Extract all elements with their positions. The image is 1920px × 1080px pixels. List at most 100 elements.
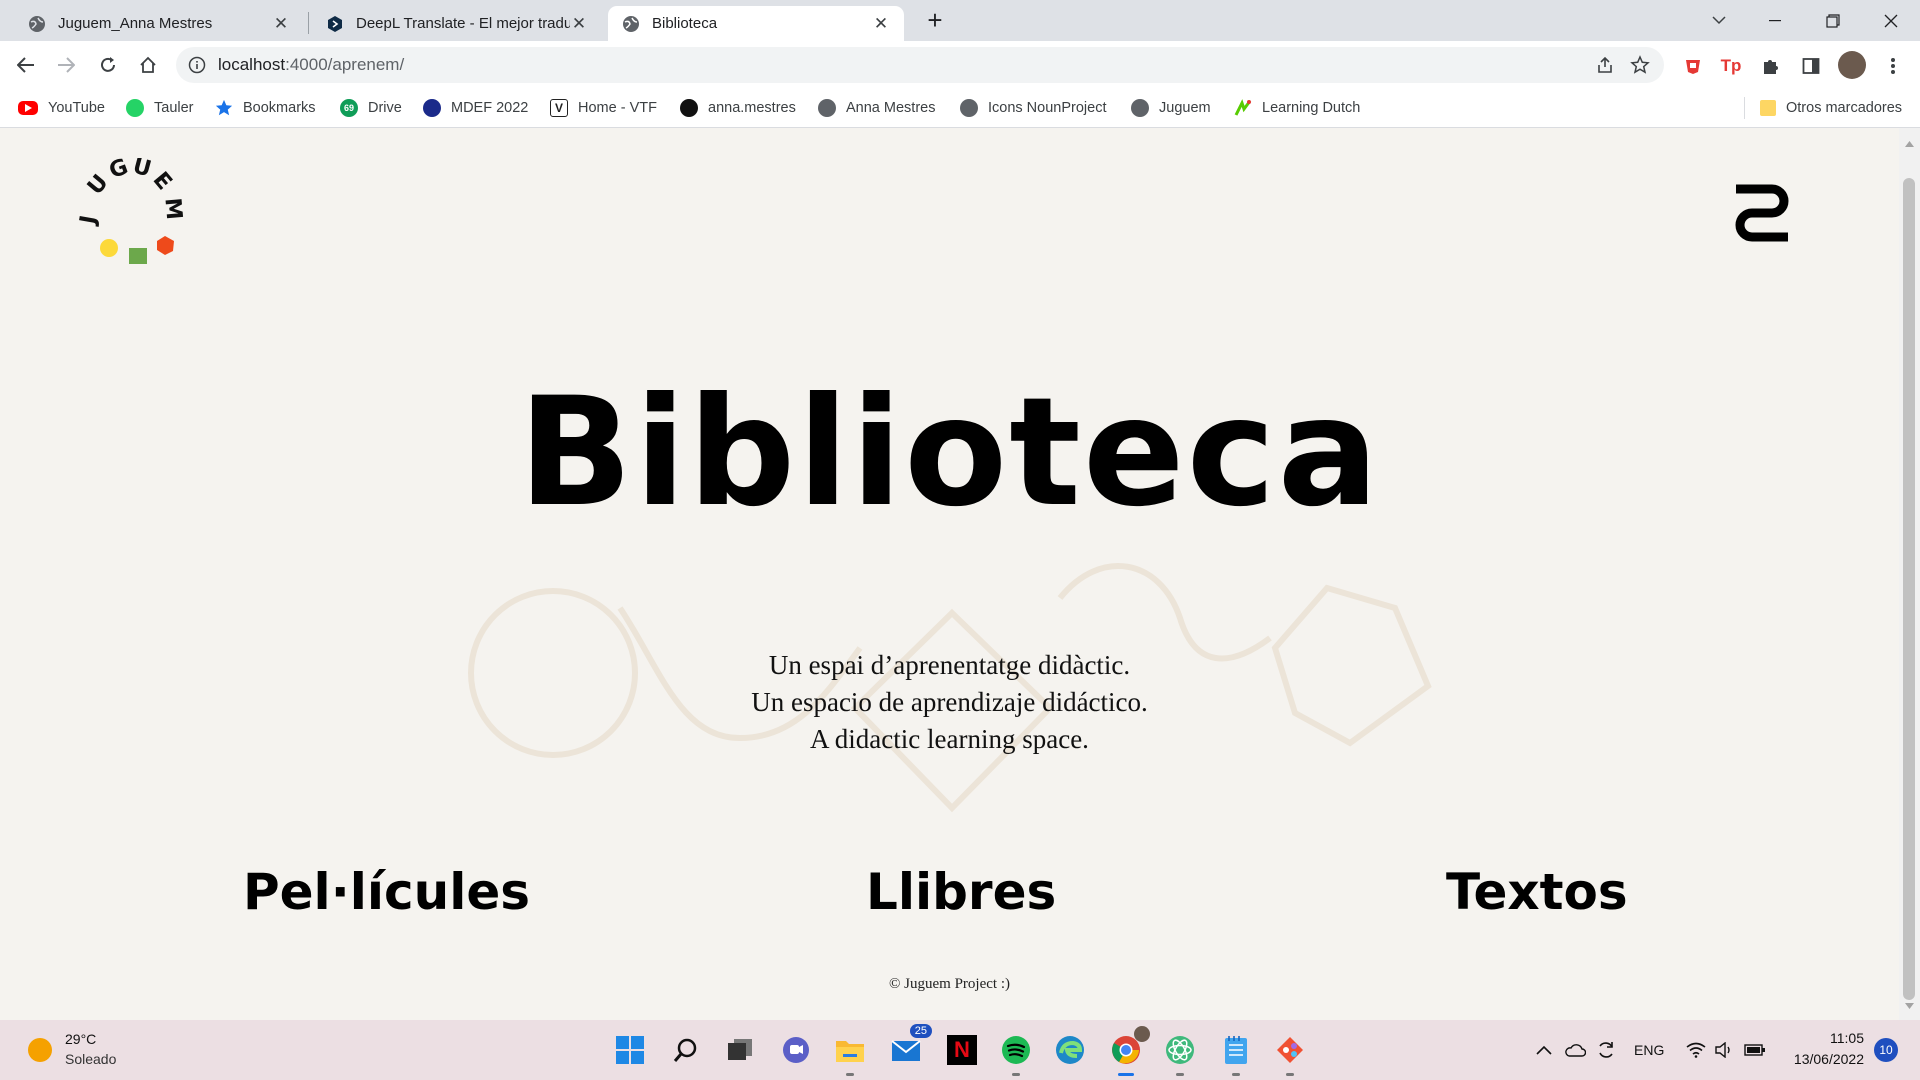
- logo-letter: J: [78, 214, 102, 228]
- url-text: localhost:4000/aprenem/: [218, 47, 404, 83]
- category-pellicules-link[interactable]: Pel·lícules: [243, 863, 530, 921]
- extension-tp-icon[interactable]: Tp: [1720, 55, 1742, 77]
- tab-biblioteca[interactable]: Biblioteca ✕: [608, 6, 904, 41]
- language-indicator[interactable]: ENG: [1634, 1020, 1664, 1080]
- bookmark-learning-dutch[interactable]: Learning Dutch: [1234, 89, 1360, 127]
- duolingo-icon: [1234, 99, 1252, 117]
- address-bar[interactable]: localhost:4000/aprenem/: [176, 47, 1664, 83]
- bookmark-bookmarks[interactable]: Bookmarks: [215, 89, 316, 127]
- deepl-icon: [326, 15, 344, 33]
- web-page: J U G U E M Biblioteca Un espai d’aprene…: [0, 128, 1899, 1020]
- teams-chat-icon[interactable]: [778, 1032, 814, 1068]
- edge-icon[interactable]: [1052, 1032, 1088, 1068]
- reload-icon[interactable]: [88, 45, 128, 85]
- logo-letter: E: [148, 168, 177, 196]
- globe-icon: [1131, 99, 1149, 117]
- scroll-down-icon[interactable]: [1905, 996, 1914, 1014]
- profile-avatar[interactable]: [1838, 51, 1866, 79]
- running-indicator: [1176, 1073, 1184, 1076]
- notepad-icon[interactable]: [1218, 1032, 1254, 1076]
- show-hidden-icons-icon[interactable]: [1536, 1020, 1552, 1080]
- battery-icon[interactable]: [1744, 1020, 1766, 1080]
- category-textos-link[interactable]: Textos: [1446, 863, 1628, 921]
- mail-badge: 25: [909, 1024, 932, 1038]
- juguem-logo[interactable]: J U G U E M: [75, 154, 198, 268]
- scrollbar-thumb[interactable]: [1903, 178, 1915, 1000]
- tab-search-icon[interactable]: [1696, 0, 1742, 41]
- onedrive-icon[interactable]: [1564, 1020, 1586, 1080]
- running-indicator: [1232, 1073, 1240, 1076]
- tab-juguem[interactable]: Juguem_Anna Mestres ✕: [14, 6, 304, 41]
- extensions-puzzle-icon[interactable]: [1760, 55, 1782, 77]
- forward-arrow-icon[interactable]: [46, 45, 86, 85]
- file-explorer-icon[interactable]: [832, 1032, 868, 1076]
- menu-kebab-icon[interactable]: [1882, 55, 1904, 77]
- notification-badge[interactable]: 10: [1874, 1038, 1898, 1062]
- windows-start-icon[interactable]: [612, 1032, 648, 1068]
- bookmark-mdef[interactable]: MDEF 2022: [423, 89, 528, 127]
- clock-time[interactable]: 11:05: [1782, 1030, 1864, 1046]
- search-icon[interactable]: [668, 1032, 704, 1068]
- back-arrow-icon[interactable]: [6, 45, 46, 85]
- bookmark-label: Drive: [368, 100, 402, 116]
- weather-sun-icon[interactable]: [28, 1038, 52, 1062]
- extension-shield-icon[interactable]: [1682, 55, 1704, 77]
- bookmark-drive[interactable]: 69 Drive: [340, 89, 402, 127]
- globe-icon: [960, 99, 978, 117]
- bookmark-github[interactable]: anna.mestres: [680, 89, 796, 127]
- close-icon[interactable]: ✕: [872, 14, 890, 34]
- share-icon[interactable]: [1596, 56, 1614, 79]
- github-desktop-icon[interactable]: [1272, 1032, 1308, 1076]
- side-panel-icon[interactable]: [1800, 55, 1822, 77]
- page-scrollbar[interactable]: [1899, 128, 1920, 1020]
- running-indicator: [1012, 1073, 1020, 1076]
- menu-icon[interactable]: [1734, 183, 1790, 247]
- bookmark-tauler[interactable]: Tauler: [126, 89, 194, 127]
- category-llibres-link[interactable]: Llibres: [866, 863, 1056, 921]
- github-icon: [680, 99, 698, 117]
- bookmark-label: Bookmarks: [243, 100, 316, 116]
- close-window-icon[interactable]: [1868, 0, 1914, 41]
- restore-icon[interactable]: [1810, 0, 1856, 41]
- bookmark-vtf[interactable]: V Home - VTF: [550, 89, 657, 127]
- bookmark-label: Otros marcadores: [1786, 100, 1903, 116]
- bookmark-youtube[interactable]: YouTube: [18, 89, 105, 127]
- close-icon[interactable]: ✕: [570, 14, 588, 34]
- spotify-icon[interactable]: [998, 1032, 1034, 1076]
- bookmark-juguem[interactable]: Juguem: [1131, 89, 1211, 127]
- clock-date[interactable]: 13/06/2022: [1774, 1051, 1864, 1067]
- close-icon[interactable]: ✕: [272, 14, 290, 34]
- chrome-icon[interactable]: [1108, 1026, 1150, 1076]
- browser-toolbar: localhost:4000/aprenem/ Tp: [0, 41, 1920, 89]
- page-footer: © Juguem Project :): [889, 976, 1010, 992]
- bookmark-other[interactable]: Otros marcadores: [1760, 89, 1902, 127]
- tab-deepl[interactable]: DeepL Translate - El mejor traduc ✕: [312, 6, 602, 41]
- page-title: Biblioteca: [518, 366, 1381, 540]
- running-indicator: [1286, 1073, 1294, 1076]
- minimize-icon[interactable]: [1752, 0, 1798, 41]
- scroll-up-icon[interactable]: [1905, 134, 1914, 152]
- weather-temperature: 29°C: [65, 1031, 97, 1047]
- bookmark-label: Juguem: [1159, 100, 1211, 116]
- wifi-icon[interactable]: [1686, 1020, 1706, 1080]
- task-view-icon[interactable]: [722, 1032, 758, 1068]
- new-tab-icon[interactable]: +: [912, 0, 958, 41]
- tab-title: DeepL Translate - El mejor traduc: [356, 15, 570, 32]
- logo-letter: U: [130, 158, 154, 182]
- sync-icon[interactable]: [1596, 1020, 1616, 1080]
- netflix-icon[interactable]: N: [944, 1032, 980, 1068]
- bookmark-icons-nounproject[interactable]: Icons NounProject: [960, 89, 1106, 127]
- atom-icon[interactable]: [1162, 1032, 1198, 1076]
- home-icon[interactable]: [128, 45, 168, 85]
- subtitle-english: A didactic learning space.: [810, 724, 1089, 754]
- weather-description: Soleado: [65, 1051, 117, 1067]
- volume-icon[interactable]: [1714, 1020, 1734, 1080]
- mail-icon[interactable]: 25: [888, 1024, 932, 1068]
- chrome-profile-badge: [1134, 1026, 1150, 1042]
- info-icon[interactable]: [188, 56, 206, 79]
- globe-icon: [818, 99, 836, 117]
- bookmark-anna-mestres[interactable]: Anna Mestres: [818, 89, 935, 127]
- bookmark-star-icon[interactable]: [1630, 55, 1650, 80]
- logo-letter: U: [83, 170, 114, 200]
- bookmark-label: Home - VTF: [578, 100, 657, 116]
